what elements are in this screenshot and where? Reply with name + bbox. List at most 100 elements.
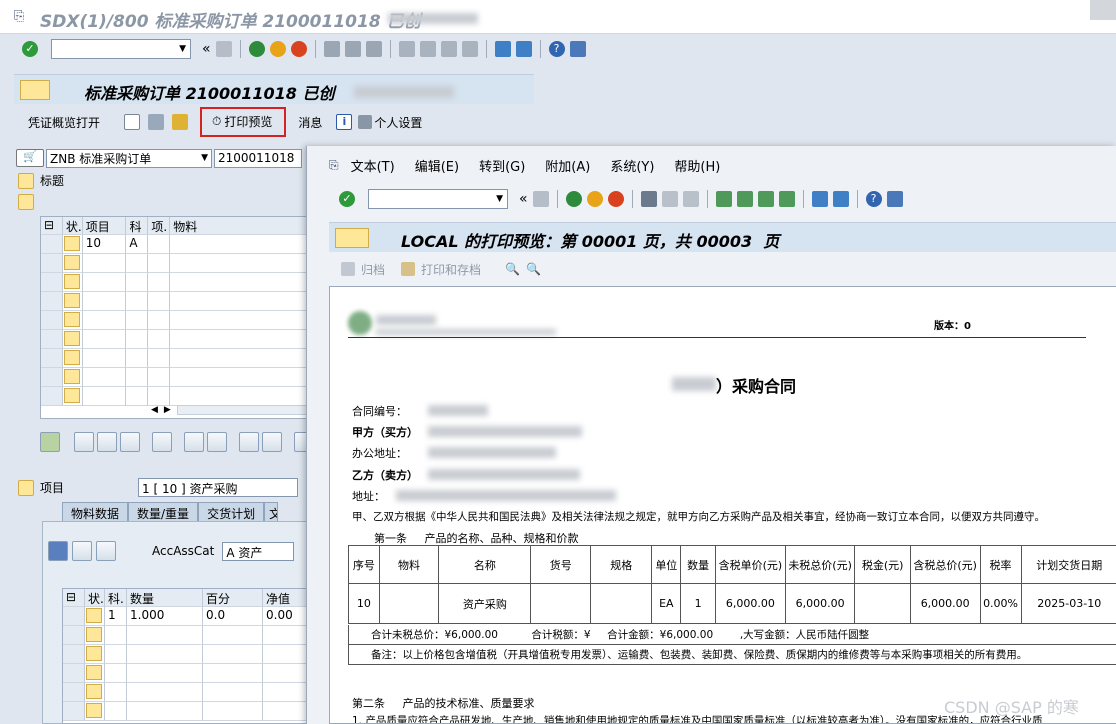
status-cell[interactable] <box>85 683 105 702</box>
zoom-in-icon[interactable]: 🔍 <box>505 262 520 276</box>
row-selector[interactable] <box>41 330 63 349</box>
help-icon[interactable]: ? <box>548 41 565 57</box>
item-cell[interactable] <box>82 330 127 349</box>
select-block-button[interactable] <box>97 432 117 452</box>
status-cell[interactable] <box>62 330 83 349</box>
row-selector[interactable] <box>63 645 85 664</box>
print-preview-button[interactable]: ⏱ 打印预览 <box>200 107 287 137</box>
table-row[interactable] <box>41 330 308 349</box>
preview-menu-icon[interactable] <box>335 228 369 248</box>
status-cell[interactable] <box>85 702 105 721</box>
preview-back-icon[interactable] <box>565 191 582 207</box>
table-row[interactable] <box>41 349 308 368</box>
item-cell[interactable] <box>82 292 127 311</box>
copy-button[interactable] <box>239 432 259 452</box>
details-button[interactable] <box>40 432 60 452</box>
screen-menu-icon[interactable] <box>20 80 50 100</box>
cancel-icon[interactable] <box>290 41 307 57</box>
table-row[interactable] <box>63 683 307 702</box>
table-row[interactable] <box>41 273 308 292</box>
expand-header-icon[interactable] <box>18 172 34 189</box>
status-cell[interactable] <box>85 607 105 626</box>
item-cat-cell[interactable] <box>148 273 171 292</box>
prev-page-icon[interactable] <box>419 41 436 57</box>
tab-delivery-schedule[interactable]: 交货计划 <box>198 502 265 522</box>
material-cell[interactable] <box>170 254 308 273</box>
delete-button[interactable] <box>152 432 172 452</box>
shortcut-icon[interactable] <box>515 41 532 57</box>
row-selector[interactable] <box>63 664 85 683</box>
header-toggle[interactable]: 标题 <box>18 172 64 189</box>
pct-cell[interactable]: 0.0 <box>203 607 263 626</box>
personal-settings-button[interactable]: 个人设置 <box>358 114 422 131</box>
preview-window-icon[interactable]: ⎘ <box>329 158 339 173</box>
status-cell[interactable] <box>85 664 105 683</box>
material-cell[interactable] <box>170 330 308 349</box>
status-cell[interactable] <box>62 254 83 273</box>
tab-more[interactable]: 文 <box>264 502 279 522</box>
k-cell[interactable] <box>105 702 127 721</box>
net-cell[interactable] <box>263 664 307 683</box>
qty-cell[interactable] <box>127 702 203 721</box>
exit-icon[interactable] <box>269 41 286 57</box>
zoom-out-icon[interactable]: 🔍 <box>526 262 541 276</box>
acct-cell[interactable] <box>126 349 149 368</box>
acct-cell[interactable] <box>126 273 149 292</box>
acc-ass-distribution-button[interactable] <box>96 541 116 561</box>
item-cat-cell[interactable] <box>148 292 171 311</box>
material-cell[interactable] <box>170 349 308 368</box>
menu-edit[interactable]: 编辑(E) <box>415 156 459 175</box>
preview-first-page-icon[interactable] <box>715 191 732 207</box>
status-cell[interactable] <box>62 273 83 292</box>
table-row[interactable] <box>41 368 308 387</box>
item-cell[interactable] <box>82 368 127 387</box>
material-cell[interactable] <box>170 273 308 292</box>
preview-new-session-icon[interactable] <box>811 191 828 207</box>
preview-cancel-icon[interactable] <box>607 191 624 207</box>
tab-material-data[interactable]: 物料数据 <box>62 502 129 522</box>
pct-cell[interactable] <box>203 702 263 721</box>
po-number-field[interactable]: 2100011018 <box>214 148 302 168</box>
document-overview-button[interactable]: 凭证概览打开 <box>28 114 100 131</box>
qty-cell[interactable] <box>127 683 203 702</box>
layout-icon[interactable] <box>569 41 586 57</box>
preview-help-icon[interactable]: ? <box>865 191 882 207</box>
pct-cell[interactable] <box>203 645 263 664</box>
other-document-icon[interactable] <box>172 114 189 130</box>
display-change-icon[interactable] <box>148 114 165 130</box>
table-row[interactable] <box>41 254 308 273</box>
row-selector[interactable] <box>41 235 63 254</box>
print-archive-button[interactable]: 打印和存档 <box>421 261 481 278</box>
preview-next-page-icon[interactable] <box>757 191 774 207</box>
table-row[interactable] <box>63 626 307 645</box>
scroll-right-icon[interactable]: ▶ <box>164 405 171 415</box>
collapse-item-icon[interactable] <box>18 479 34 496</box>
acc-ass-edit-button[interactable] <box>72 541 92 561</box>
items-hscroll[interactable]: ◀ ▶ <box>151 403 307 417</box>
material-cell[interactable] <box>170 311 308 330</box>
archive-button[interactable]: 归档 <box>361 261 385 278</box>
k-cell[interactable] <box>105 664 127 683</box>
last-page-icon[interactable] <box>461 41 478 57</box>
material-cell[interactable] <box>170 292 308 311</box>
paste-button[interactable] <box>262 432 282 452</box>
print-icon[interactable] <box>323 41 340 57</box>
table-row[interactable]: 1 1.000 0.0 0.00 <box>63 607 307 626</box>
pct-cell[interactable] <box>203 664 263 683</box>
acct-cell[interactable]: A <box>126 235 149 254</box>
menu-text[interactable]: 文本(T) <box>351 156 395 175</box>
net-cell[interactable] <box>263 683 307 702</box>
preview-prev-page-icon[interactable] <box>736 191 753 207</box>
k-cell[interactable] <box>105 683 127 702</box>
messages-button[interactable]: 消息 <box>298 114 322 131</box>
status-cell[interactable] <box>62 235 83 254</box>
menu-goto[interactable]: 转到(G) <box>479 156 525 175</box>
row-selector[interactable] <box>63 683 85 702</box>
item-cell[interactable] <box>82 387 127 406</box>
print-archive-icon[interactable] <box>401 262 416 276</box>
acct-select-all-icon[interactable]: ⊟ <box>63 589 85 607</box>
preview-find-next-icon[interactable] <box>682 191 699 207</box>
preview-save-icon[interactable] <box>532 191 549 207</box>
net-cell[interactable] <box>263 645 307 664</box>
status-cell[interactable] <box>85 645 105 664</box>
